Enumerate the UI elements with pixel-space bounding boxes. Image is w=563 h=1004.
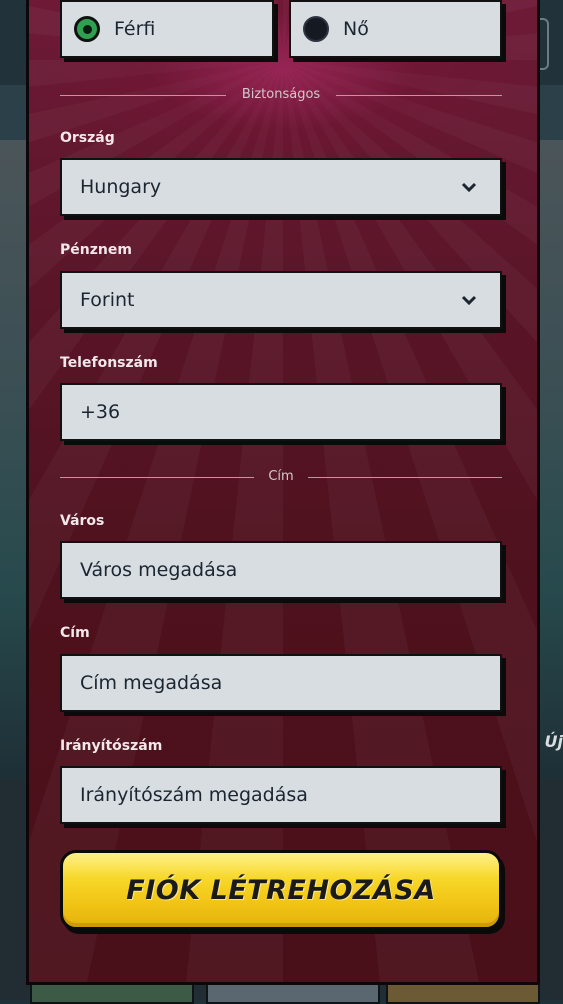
city-input[interactable]: Város megadása <box>60 541 502 599</box>
security-divider: Biztonságos <box>60 87 502 103</box>
city-placeholder: Város megadása <box>80 559 238 581</box>
background-side-text: Új <box>544 732 563 751</box>
city-label: Város <box>60 513 105 529</box>
gender-radio-female[interactable]: Nő <box>289 0 502 58</box>
country-value: Hungary <box>80 176 162 198</box>
address-label: Cím <box>60 625 90 641</box>
radio-selected-icon <box>74 16 100 42</box>
chevron-down-icon <box>461 295 477 306</box>
registration-modal <box>26 0 540 985</box>
gender-radio-male-label: Férfi <box>114 18 156 40</box>
address-placeholder: Cím megadása <box>80 672 223 694</box>
country-select[interactable]: Hungary <box>60 158 502 216</box>
chevron-down-icon <box>461 182 477 193</box>
address-input[interactable]: Cím megadása <box>60 654 502 712</box>
currency-select[interactable]: Forint <box>60 271 502 329</box>
address-divider-label: Cím <box>268 469 294 484</box>
gender-radio-female-label: Nő <box>343 18 369 40</box>
phone-input[interactable]: +36 <box>60 383 502 441</box>
phone-label: Telefonszám <box>60 355 158 371</box>
gender-radio-male[interactable]: Férfi <box>60 0 274 58</box>
postal-code-placeholder: Irányítószám megadása <box>80 784 308 806</box>
phone-value: +36 <box>80 401 121 423</box>
radio-unselected-icon <box>303 16 329 42</box>
address-divider: Cím <box>60 469 502 485</box>
postal-code-label: Irányítószám <box>60 738 163 754</box>
postal-code-input[interactable]: Irányítószám megadása <box>60 766 502 824</box>
security-divider-label: Biztonságos <box>241 87 321 102</box>
country-label: Ország <box>60 130 115 146</box>
currency-label: Pénznem <box>60 242 132 258</box>
create-account-button[interactable]: FIÓK LÉTREHOZÁSA <box>60 850 502 930</box>
currency-value: Forint <box>80 289 135 311</box>
